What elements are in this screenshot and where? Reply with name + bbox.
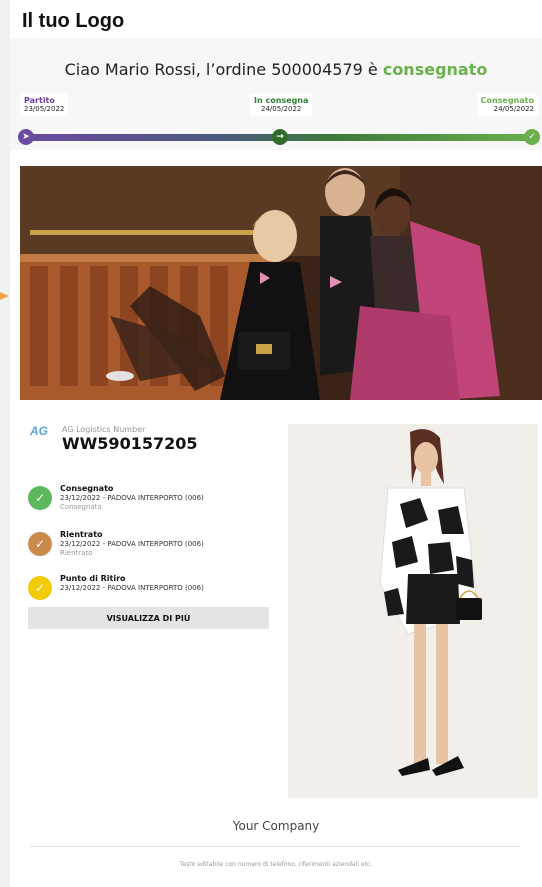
- step-date: 23/05/2022: [24, 105, 65, 113]
- order-status: consegnato: [382, 60, 488, 79]
- step-shipped: Partito 23/05/2022: [20, 94, 69, 116]
- carrier-logo: AG: [30, 424, 58, 446]
- tracking-number[interactable]: WW590157205: [62, 434, 198, 453]
- step-date: 24/05/2022: [493, 105, 534, 113]
- tracking-label: AG Logistics Number: [62, 425, 146, 434]
- footer-text: Testo editabile con numero di telefono, …: [179, 861, 373, 868]
- email-page: Il tuo Logo Ciao Mario Rossi, l’ordine 5…: [10, 0, 542, 887]
- side-arrow-marker: [0, 292, 9, 300]
- step-delivered: Consegnato 24/05/2022: [476, 94, 538, 116]
- hero-campaign-image[interactable]: [20, 166, 542, 400]
- show-more-button[interactable]: VISUALIZZA DI PIÙ: [28, 607, 269, 629]
- logo-bar: Il tuo Logo: [10, 0, 542, 38]
- step-name: Consegnato: [480, 96, 534, 105]
- check-circle-icon: ✓: [28, 576, 52, 600]
- event-detail: 23/12/2022 - PADOVA INTERPORTO (006): [60, 584, 204, 592]
- event-note: Consegnata: [60, 503, 102, 511]
- arrow-right-icon: →: [272, 129, 288, 145]
- step-name: In consegna: [254, 96, 309, 105]
- footer-divider: [30, 846, 520, 847]
- event-detail: 23/12/2022 - PADOVA INTERPORTO (006): [60, 494, 204, 502]
- greeting-text: Ciao Mario Rossi, l’ordine 500004579 è c…: [10, 60, 542, 79]
- carrier-logo-text: AG: [30, 424, 48, 438]
- company-name: Your Company: [232, 819, 320, 833]
- event-title: Consegnato: [60, 484, 114, 493]
- product-illustration: [288, 424, 538, 798]
- greeting-prefix: Ciao Mario Rossi, l’ordine 500004579 è: [64, 60, 383, 79]
- check-circle-icon: ✓: [28, 532, 52, 556]
- product-image[interactable]: [288, 424, 538, 798]
- step-name: Partito: [24, 96, 55, 105]
- event-title: Punto di Ritiro: [60, 574, 126, 583]
- check-circle-icon: ✓: [28, 486, 52, 510]
- brand-logo: Il tuo Logo: [22, 10, 125, 32]
- checkmark-icon: ✓: [524, 129, 540, 145]
- step-in-delivery: In consegna 24/05/2022: [250, 94, 313, 116]
- hero-illustration: [20, 166, 542, 400]
- step-date: 24/05/2022: [261, 105, 302, 113]
- event-detail: 23/12/2022 - PADOVA INTERPORTO (006): [60, 540, 204, 548]
- rocket-icon: ➤: [18, 129, 34, 145]
- event-note: Rientrato: [60, 549, 93, 557]
- event-title: Rientrato: [60, 530, 103, 539]
